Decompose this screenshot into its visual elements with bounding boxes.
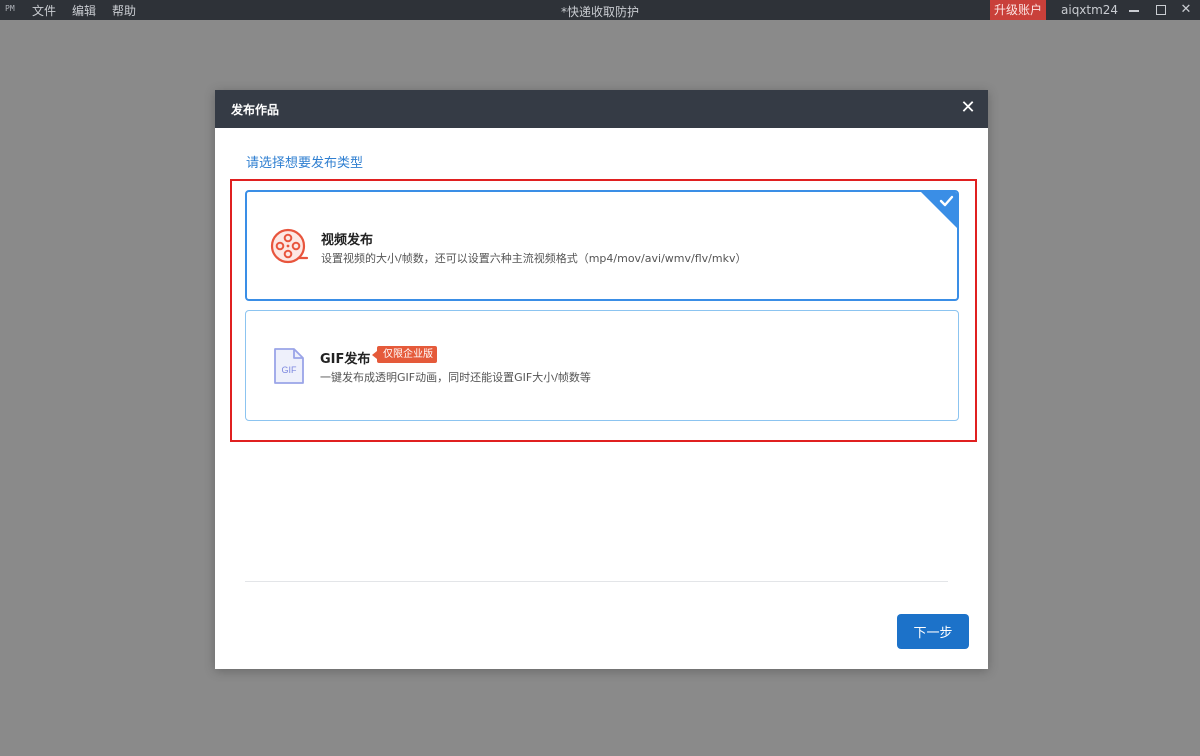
film-reel-icon xyxy=(270,228,309,264)
minimize-icon[interactable] xyxy=(1122,0,1146,20)
dialog-title: 发布作品 xyxy=(231,103,280,117)
next-step-button[interactable]: 下一步 xyxy=(897,614,969,649)
publish-dialog: 发布作品 ✕ 请选择想要发布类型 视频发布 设置视频的大小/帧数，还可以设置六种… xyxy=(215,90,988,669)
option-video-description: 设置视频的大小/帧数，还可以设置六种主流视频格式（mp4/mov/avi/wmv… xyxy=(321,252,747,265)
app-logo: PM xyxy=(5,4,15,13)
dialog-close-icon[interactable]: ✕ xyxy=(957,97,979,119)
window-close-icon[interactable]: ✕ xyxy=(1174,0,1198,20)
window-titlebar: PM 文件 编辑 帮助 *快递收取防护 升级账户 aiqxtm24 ✕ xyxy=(0,0,1200,20)
upgrade-account-button[interactable]: 升级账户 xyxy=(990,0,1046,20)
menu-bar: 文件 编辑 帮助 xyxy=(32,2,136,19)
type-prompt: 请选择想要发布类型 xyxy=(246,156,364,171)
selected-check-icon xyxy=(921,192,957,228)
gif-file-icon: GIF xyxy=(274,348,304,384)
option-gif-description: 一键发布成透明GIF动画，同时还能设置GIF大小/帧数等 xyxy=(320,371,591,384)
option-video-publish[interactable]: 视频发布 设置视频的大小/帧数，还可以设置六种主流视频格式（mp4/mov/av… xyxy=(245,190,959,301)
option-video-name: 视频发布 xyxy=(321,233,374,248)
menu-help[interactable]: 帮助 xyxy=(112,2,136,19)
username[interactable]: aiqxtm24 xyxy=(1061,3,1118,17)
dialog-header: 发布作品 ✕ xyxy=(215,90,988,128)
option-gif-name: GIF发布 xyxy=(320,352,371,367)
menu-edit[interactable]: 编辑 xyxy=(72,2,96,19)
menu-file[interactable]: 文件 xyxy=(32,2,56,19)
enterprise-only-badge: 仅限企业版 xyxy=(372,346,437,363)
footer-divider xyxy=(245,581,948,582)
option-gif-publish[interactable]: GIF GIF发布 仅限企业版 一键发布成透明GIF动画，同时还能设置GIF大小… xyxy=(245,310,959,421)
svg-text:GIF: GIF xyxy=(282,365,298,375)
maximize-icon[interactable] xyxy=(1149,0,1173,20)
